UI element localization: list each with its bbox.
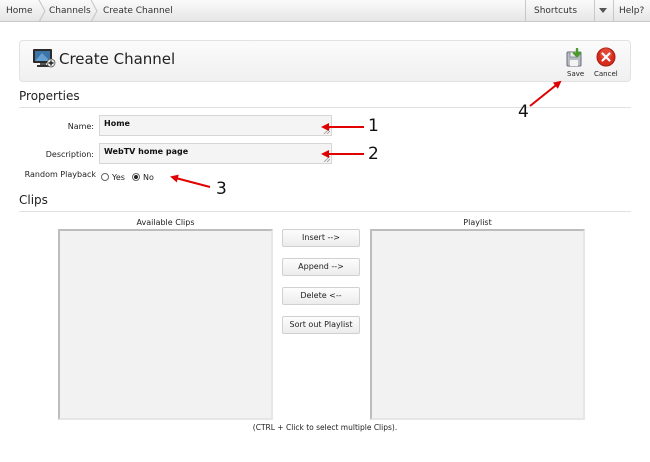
section-divider <box>19 211 631 212</box>
annotation-arrow-3 <box>170 174 211 188</box>
available-clips-list[interactable] <box>58 229 273 420</box>
sort-playlist-button[interactable]: Sort out Playlist <box>282 316 360 334</box>
annotation-2: 2 <box>368 144 379 164</box>
clips-heading: Clips <box>19 193 48 207</box>
annotation-1: 1 <box>368 116 379 136</box>
insert-button[interactable]: Insert --> <box>282 229 360 247</box>
playlist-list[interactable] <box>370 229 585 420</box>
annotation-3: 3 <box>216 179 227 199</box>
annotation-arrow-4 <box>529 80 562 107</box>
playlist-caption: Playlist <box>463 218 492 227</box>
delete-button[interactable]: Delete <-- <box>282 287 360 305</box>
available-clips-caption: Available Clips <box>136 218 195 227</box>
append-button[interactable]: Append --> <box>282 258 360 276</box>
annotation-4: 4 <box>518 102 529 122</box>
multi-select-hint: (CTRL + Click to select multiple Clips). <box>252 423 398 432</box>
